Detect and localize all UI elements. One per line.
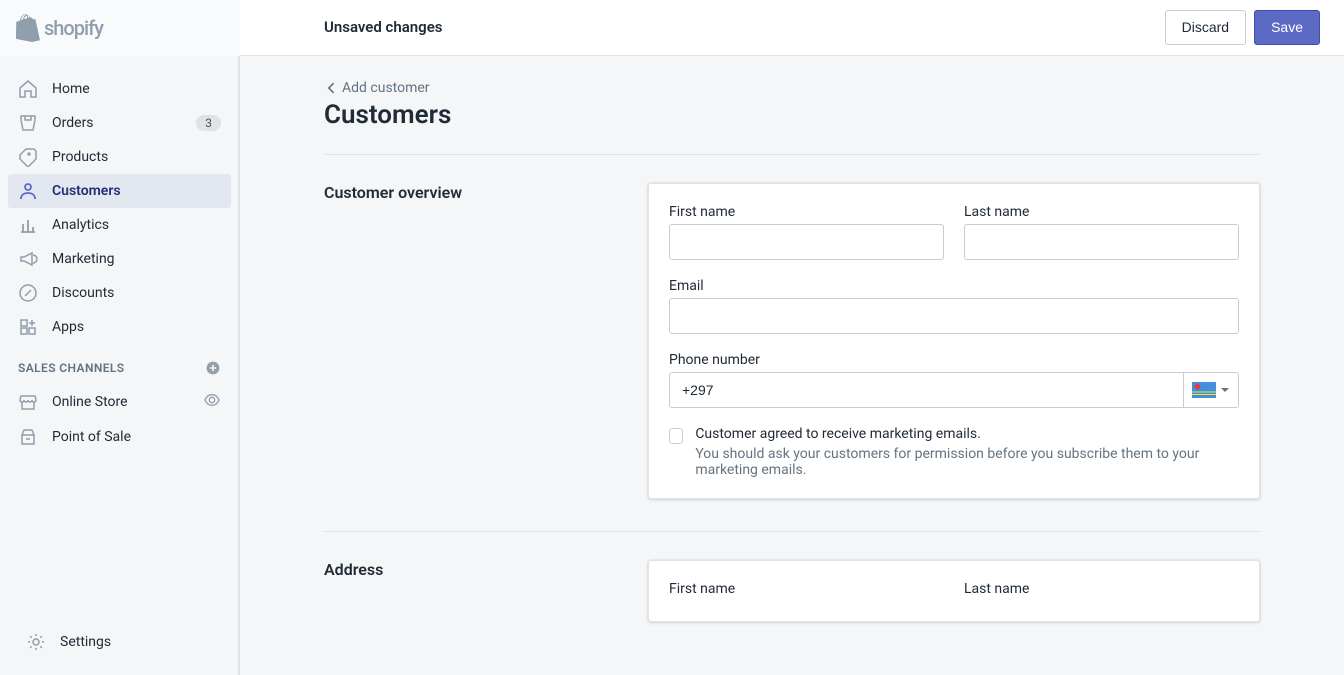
discard-button[interactable]: Discard <box>1165 10 1246 45</box>
sidebar-item-discounts[interactable]: Discounts <box>8 276 231 310</box>
last-name-label: Last name <box>964 204 1239 220</box>
first-name-input[interactable] <box>669 224 944 260</box>
sidebar-item-label: Discounts <box>52 285 114 301</box>
online-store-icon <box>18 392 38 412</box>
country-code-selector[interactable] <box>1183 372 1239 408</box>
sidebar-item-home[interactable]: Home <box>8 72 231 106</box>
page-title: Customers <box>324 100 1260 130</box>
pos-icon <box>18 427 38 447</box>
marketing-checkbox-label: Customer agreed to receive marketing ema… <box>695 426 1239 442</box>
section-address: Address First name Last name <box>324 560 1260 622</box>
caret-down-icon <box>1220 385 1230 395</box>
sidebar-item-label: Point of Sale <box>52 429 131 445</box>
main-content: Add customer Customers Customer overview… <box>240 56 1344 675</box>
marketing-icon <box>18 249 38 269</box>
sidebar-item-apps[interactable]: Apps <box>8 310 231 344</box>
sidebar-item-label: Online Store <box>52 394 128 410</box>
sidebar-item-label: Home <box>52 81 90 97</box>
customers-icon <box>18 181 38 201</box>
section-customer-overview: Customer overview First name Last name E… <box>324 183 1260 499</box>
add-channel-icon[interactable] <box>205 360 221 376</box>
overview-card: First name Last name Email Phone num <box>648 183 1260 499</box>
overview-heading: Customer overview <box>324 183 628 202</box>
email-input[interactable] <box>669 298 1239 334</box>
divider <box>324 154 1260 155</box>
sidebar-item-settings[interactable]: Settings <box>16 625 223 659</box>
sidebar: Home Orders 3 Products Customers Analyti… <box>0 56 240 675</box>
sidebar-item-label: Marketing <box>52 251 115 267</box>
phone-input[interactable] <box>669 372 1183 408</box>
address-heading: Address <box>324 560 628 579</box>
chevron-left-icon <box>324 80 340 96</box>
sidebar-item-label: Orders <box>52 115 94 131</box>
orders-icon <box>18 113 38 133</box>
email-label: Email <box>669 278 1239 294</box>
unsaved-changes-label: Unsaved changes <box>324 18 443 36</box>
flag-icon <box>1192 382 1216 398</box>
sales-channels-label: SALES CHANNELS <box>18 361 125 375</box>
breadcrumb[interactable]: Add customer <box>324 80 1260 96</box>
address-card: First name Last name <box>648 560 1260 622</box>
address-last-name-label: Last name <box>964 581 1239 597</box>
analytics-icon <box>18 215 38 235</box>
sidebar-item-label: Apps <box>52 319 84 335</box>
sidebar-item-products[interactable]: Products <box>8 140 231 174</box>
sidebar-item-orders[interactable]: Orders 3 <box>8 106 231 140</box>
first-name-label: First name <box>669 204 944 220</box>
sidebar-item-label: Settings <box>60 634 111 650</box>
address-first-name-label: First name <box>669 581 944 597</box>
top-bar: shopify Unsaved changes Discard Save <box>0 0 1344 56</box>
sidebar-item-label: Analytics <box>52 217 109 233</box>
sidebar-item-marketing[interactable]: Marketing <box>8 242 231 276</box>
divider <box>324 531 1260 532</box>
sidebar-channel-pos[interactable]: Point of Sale <box>8 420 231 454</box>
settings-icon <box>26 632 46 652</box>
breadcrumb-label: Add customer <box>342 80 430 96</box>
marketing-emails-checkbox[interactable] <box>669 428 683 444</box>
sidebar-item-label: Customers <box>52 183 121 199</box>
sidebar-item-label: Products <box>52 149 108 165</box>
products-icon <box>18 147 38 167</box>
view-store-icon[interactable] <box>203 391 221 413</box>
marketing-help-text: You should ask your customers for permis… <box>695 446 1239 478</box>
home-icon <box>18 79 38 99</box>
sidebar-item-customers[interactable]: Customers <box>8 174 231 208</box>
sales-channels-heading: SALES CHANNELS <box>0 344 239 384</box>
discounts-icon <box>18 283 38 303</box>
orders-badge: 3 <box>196 115 221 131</box>
apps-icon <box>18 317 38 337</box>
shopify-logo-icon <box>16 14 40 42</box>
last-name-input[interactable] <box>964 224 1239 260</box>
save-button[interactable]: Save <box>1254 10 1320 45</box>
sidebar-channel-online-store[interactable]: Online Store <box>8 384 231 420</box>
unsaved-bar: Unsaved changes Discard Save <box>240 10 1344 45</box>
brand-name: shopify <box>44 16 103 40</box>
phone-label: Phone number <box>669 352 1239 368</box>
sidebar-item-analytics[interactable]: Analytics <box>8 208 231 242</box>
logo-area[interactable]: shopify <box>0 0 240 56</box>
